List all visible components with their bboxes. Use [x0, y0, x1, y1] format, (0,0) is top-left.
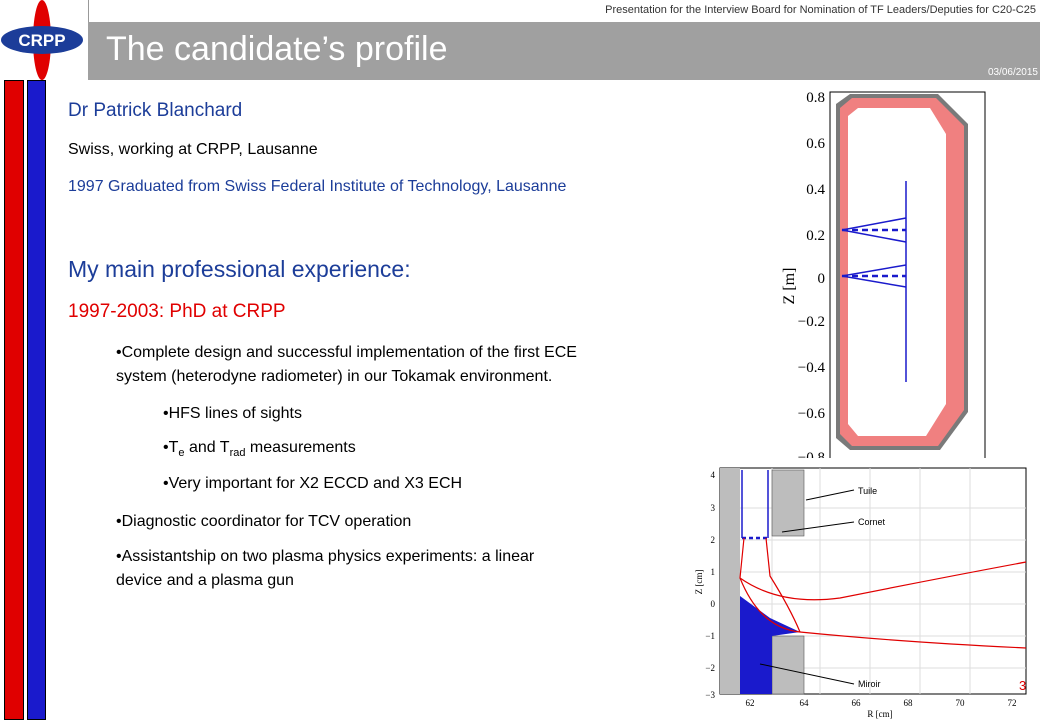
graduation-line: 1997 Graduated from Swiss Federal Instit… [68, 178, 567, 195]
dxtick-62: 62 [746, 698, 755, 708]
crpp-logo-icon: CRPP [1, 0, 83, 80]
sub-bullet-hfs: •HFS lines of sights [163, 405, 302, 422]
ytick-m0.2: −0.2 [798, 314, 825, 330]
antenna-detail-figure: 4 3 2 1 0 −1 −2 −3 62 64 66 68 70 72 R [… [680, 458, 1040, 720]
dytick-2: 2 [711, 535, 716, 545]
label-tuile: Tuile [858, 486, 877, 496]
sub2-post: measurements [245, 439, 356, 456]
page-number: 3 [1019, 678, 1027, 693]
bullet-diagnostic: •Diagnostic coordinator for TCV operatio… [116, 513, 412, 530]
dytick-0: 0 [711, 599, 716, 609]
sub2-pre: •T [163, 439, 179, 456]
logo-text: CRPP [18, 31, 65, 50]
ytick-m0.6: −0.6 [798, 406, 826, 422]
left-red-bar [4, 80, 24, 720]
dytick-m2: −2 [705, 663, 715, 673]
dytick-1: 1 [711, 567, 716, 577]
left-blue-bar [27, 80, 46, 720]
nationality-line: Swiss, working at CRPP, Lausanne [68, 141, 318, 158]
vessel-ylabel: Z [m] [781, 268, 798, 305]
slide-date: 03/06/2015 [987, 67, 1038, 78]
dxtick-72: 72 [1008, 698, 1017, 708]
ytick-0.8: 0.8 [806, 90, 825, 106]
bullet-ece-line2: system (heterodyne radiometer) in our To… [116, 368, 553, 385]
ytick-m0.4: −0.4 [798, 360, 826, 376]
dxtick-64: 64 [800, 698, 810, 708]
presentation-line: Presentation for the Interview Board for… [605, 4, 1036, 16]
label-cornet: Cornet [858, 517, 886, 527]
dxtick-66: 66 [852, 698, 862, 708]
ytick-0.4: 0.4 [806, 182, 825, 198]
crpp-logo: CRPP [0, 0, 89, 80]
label-miroir: Miroir [858, 679, 881, 689]
candidate-name: Dr Patrick Blanchard [68, 100, 243, 121]
experience-heading: My main professional experience: [68, 256, 411, 282]
ytick-0.2: 0.2 [806, 228, 825, 244]
detail-xlabel: R [cm] [867, 709, 892, 719]
sub-bullet-te-trad: •Te and Trad measurements [163, 437, 356, 464]
dytick-m1: −1 [705, 631, 715, 641]
ytick-0.6: 0.6 [806, 136, 825, 152]
sub2-mid: and T [184, 439, 230, 456]
dxtick-70: 70 [956, 698, 966, 708]
page-title: The candidate’s profile [106, 30, 448, 68]
header-strip: Presentation for the Interview Board for… [0, 0, 1040, 22]
dytick-4: 4 [711, 470, 716, 480]
phd-heading: 1997-2003: PhD at CRPP [68, 301, 286, 322]
dytick-m3: −3 [705, 690, 715, 700]
detail-ylabel: Z [cm] [694, 570, 704, 595]
ytick-0: 0 [818, 271, 826, 287]
bullet-assistantship-line1: •Assistantship on two plasma physics exp… [116, 548, 535, 565]
sub2-subscript-rad: rad [229, 447, 246, 460]
dxtick-68: 68 [904, 698, 914, 708]
dytick-3: 3 [711, 503, 716, 513]
bullet-assistantship-line2: device and a plasma gun [116, 572, 294, 589]
vessel-cross-section-figure: 0.8 0.6 0.4 0.2 0 −0.2 −0.4 −0.6 −0.8 Z … [760, 86, 990, 466]
sub-bullet-eccd: •Very important for X2 ECCD and X3 ECH [163, 475, 463, 492]
bullet-ece-line1: •Complete design and successful implemen… [116, 344, 577, 361]
